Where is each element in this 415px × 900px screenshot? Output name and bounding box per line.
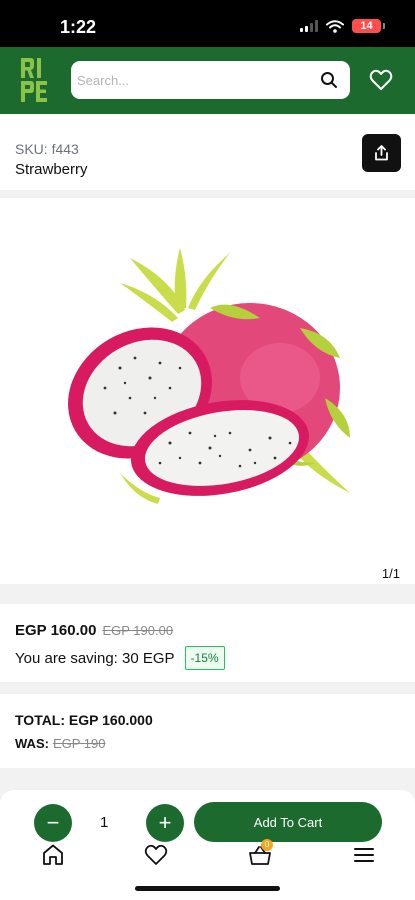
wifi-icon <box>326 19 344 33</box>
increase-quantity-button[interactable]: + <box>146 804 184 842</box>
price-line: EGP 160.00 EGP 190.00 <box>15 622 173 639</box>
product-heading: SKU: f443 Strawberry <box>0 114 415 190</box>
product-gallery[interactable]: 1/1 <box>0 198 415 584</box>
battery-indicator: 14 <box>352 19 385 33</box>
price-current: EGP 160.00 <box>15 622 97 639</box>
cart-nav-item[interactable]: 0 <box>247 839 273 868</box>
price-section: EGP 160.00 EGP 190.00 You are saving: 30… <box>0 604 415 682</box>
was-price: WAS: EGP 190 <box>15 736 105 751</box>
bottom-nav: 0 <box>0 839 415 870</box>
discount-badge: -15% <box>184 646 225 670</box>
status-icons: 14 <box>300 19 385 33</box>
menu-icon[interactable] <box>351 842 377 868</box>
total-section: TOTAL: EGP 160.000 WAS: EGP 190 <box>0 694 415 768</box>
share-button[interactable] <box>362 134 401 172</box>
app-header <box>0 47 415 114</box>
add-to-cart-button[interactable]: Add To Cart <box>194 802 382 842</box>
cart-count-badge: 0 <box>261 839 273 851</box>
image-pager: 1/1 <box>381 566 400 581</box>
heart-icon[interactable] <box>143 842 169 868</box>
search-input[interactable] <box>77 69 317 91</box>
decrease-quantity-button[interactable]: − <box>34 804 72 842</box>
saving-line: You are saving: 30 EGP -15% <box>15 646 225 670</box>
ripe-logo[interactable] <box>20 57 48 103</box>
home-icon[interactable] <box>40 842 66 868</box>
price-old: EGP 190.00 <box>102 623 174 638</box>
share-icon <box>375 145 388 161</box>
search-icon[interactable] <box>320 71 338 89</box>
heart-icon[interactable] <box>369 69 393 91</box>
saving-text: You are saving: 30 EGP <box>15 649 175 667</box>
product-image[interactable] <box>60 238 360 528</box>
search-bar <box>71 61 350 99</box>
quantity-value: 1 <box>100 814 109 831</box>
status-bar: 1:22 14 <box>0 0 415 47</box>
signal-icon <box>300 20 318 32</box>
product-name: Strawberry <box>15 161 88 178</box>
was-label: WAS: <box>15 736 49 751</box>
total-price: TOTAL: EGP 160.000 <box>15 712 153 728</box>
status-time: 1:22 <box>60 17 97 37</box>
product-sku: SKU: f443 <box>15 141 79 157</box>
was-value: EGP 190 <box>52 736 106 751</box>
home-indicator <box>135 886 280 891</box>
